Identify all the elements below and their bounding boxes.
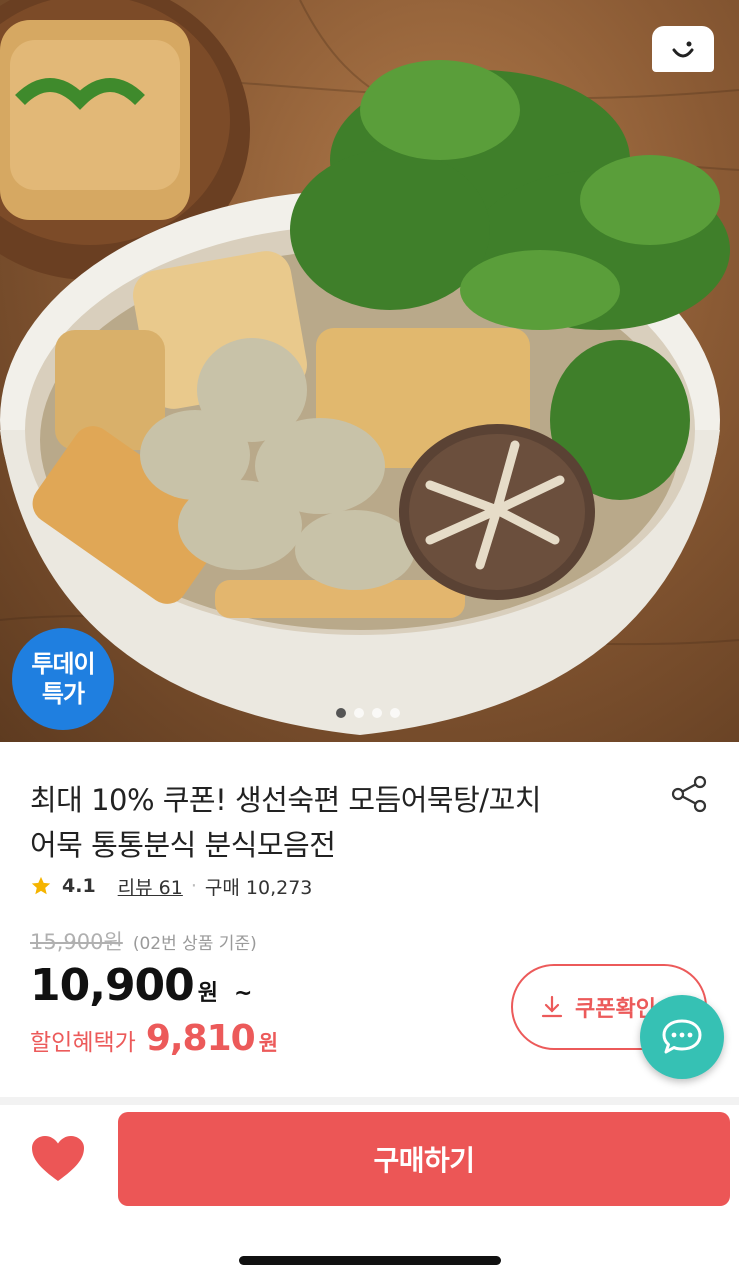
product-image-carousel[interactable]: 투데이 특가 (0, 0, 739, 742)
product-meta: 4.1 리뷰 61 · 구매 10,273 (30, 872, 312, 900)
purchase-count: 구매 10,273 (204, 876, 313, 899)
home-indicator (239, 1256, 501, 1265)
review-link[interactable]: 리뷰 61 (118, 873, 183, 900)
share-icon[interactable] (670, 774, 710, 814)
today-deal-badge: 투데이 특가 (12, 628, 114, 730)
sale-price-row: 10,900 원 ~ (30, 960, 252, 1011)
original-price-row: 15,900원 (02번 상품 기준) (30, 926, 257, 956)
chat-button[interactable] (640, 995, 724, 1079)
badge-line1: 투데이 (31, 650, 95, 678)
rating-value: 4.1 (62, 875, 96, 897)
discount-price-unit: 원 (258, 1031, 279, 1055)
original-price-note: (02번 상품 기준) (132, 934, 257, 954)
product-title-line1: 최대 10% 쿠폰! 생선숙편 모듬어묵탕/꼬치 (30, 783, 541, 817)
download-icon (541, 995, 563, 1018)
product-title-line2: 어묵 통통분식 분식모음전 (30, 828, 336, 862)
carousel-dot[interactable] (336, 708, 346, 718)
carousel-dot[interactable] (354, 708, 364, 718)
heart-icon (32, 1136, 84, 1181)
discount-price-row: 할인혜택가 9,810 원 (30, 1018, 278, 1059)
meta-separator: · (190, 875, 197, 897)
carousel-indicator (336, 708, 400, 718)
discount-label: 할인혜택가 (30, 1030, 136, 1056)
carousel-dot[interactable] (372, 708, 382, 718)
chat-icon (662, 1019, 702, 1054)
buy-button[interactable]: 구매하기 (118, 1112, 730, 1206)
product-title: 최대 10% 쿠폰! 생선숙편 모듬어묵탕/꼬치 어묵 통통분식 분식모음전 (30, 778, 640, 868)
wishlist-button[interactable] (30, 1134, 86, 1184)
sale-price-suffix: ~ (234, 981, 253, 1006)
sale-price: 10,900 (30, 960, 195, 1011)
carousel-dot[interactable] (390, 708, 400, 718)
section-divider (0, 1097, 739, 1105)
original-price: 15,900원 (30, 930, 123, 954)
star-icon (31, 876, 51, 895)
product-photo (0, 0, 739, 735)
brand-logo-icon (652, 26, 714, 72)
sale-price-unit: 원 (197, 981, 219, 1006)
badge-line2: 특가 (41, 680, 85, 708)
discount-price: 9,810 (145, 1018, 256, 1059)
